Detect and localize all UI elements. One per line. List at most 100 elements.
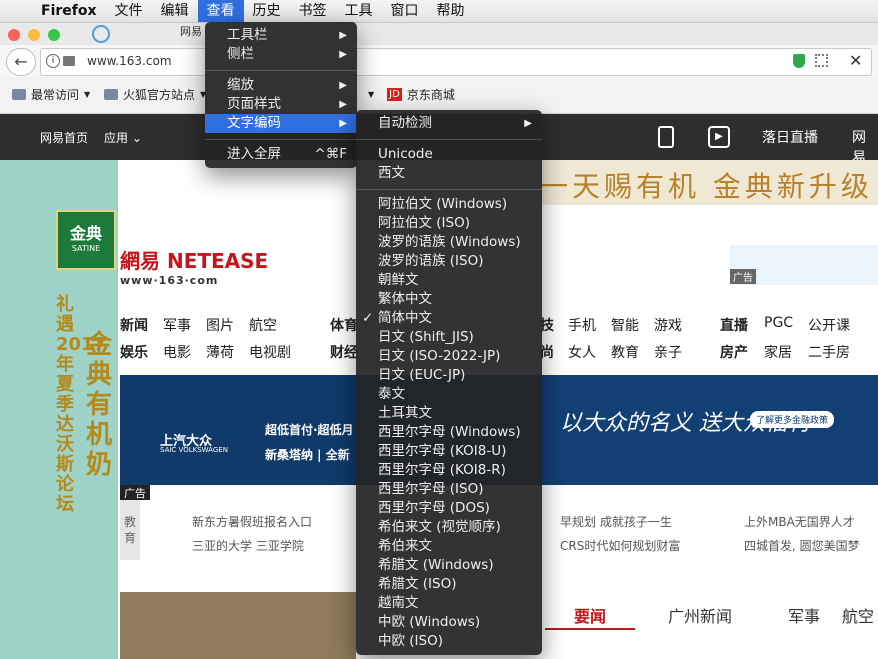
channel-link[interactable]: 手机 [568,315,596,335]
live-link[interactable]: 落日直播 [762,127,818,147]
encoding-item[interactable]: 西里尔字母 (KOI8-R) [356,461,542,480]
channel-link[interactable]: 女人 [568,342,596,362]
encoding-item[interactable]: 日文 (EUC-JP) [356,366,542,385]
play-icon[interactable]: ▶ [708,126,730,148]
encoding-item[interactable]: 波罗的语族 (Windows) [356,233,542,252]
edu-link[interactable]: CRS时代如何规划财富 [560,537,680,554]
channel-link[interactable]: 教育 [611,342,639,362]
edu-link[interactable]: 三亚的大学 三亚学院 [192,537,304,554]
qr-code-icon[interactable] [815,54,828,67]
menu-item-zoom[interactable]: 缩放 ▶ [205,76,357,95]
channel-link[interactable]: 直播 [720,315,748,335]
back-button[interactable]: ← [6,48,36,76]
encoding-item[interactable]: 西文 [356,164,542,183]
channel-link[interactable]: PGC [764,315,793,331]
nav-apps-link[interactable]: 应用 ⌄ [104,129,142,146]
shield-icon[interactable] [793,54,805,68]
url-bar[interactable]: i www.163.com ✕ [40,48,872,76]
hero-cta-button[interactable]: 了解更多金融政策 [750,411,835,428]
channel-link[interactable]: 图片 [206,315,234,335]
channel-link[interactable]: 房产 [720,342,748,362]
channel-link[interactable]: 财经 [330,342,358,362]
edu-link[interactable]: 早规划 成就孩子一生 [560,513,672,530]
encoding-item[interactable]: 日文 (Shift_JIS) [356,328,542,347]
channel-link[interactable]: 亲子 [654,342,682,362]
bookmark-most-visited[interactable]: 最常访问 ▼ [12,86,90,103]
netease-logo[interactable]: 網易 NETEASE www·163·com [120,245,268,287]
menu-history[interactable]: 历史 [244,0,290,22]
menu-app-firefox[interactable]: Firefox [32,0,106,22]
nav-home-link[interactable]: 网易首页 [40,129,88,146]
encoding-item[interactable]: 希腊文 (Windows) [356,556,542,575]
encoding-item[interactable]: ✓ 简体中文 [356,309,542,328]
phone-icon[interactable] [658,126,674,148]
menu-item-toolbar[interactable]: 工具栏 ▶ [205,26,357,45]
channel-link[interactable]: 智能 [611,315,639,335]
channel-link[interactable]: 公开课 [808,315,850,335]
menu-tools[interactable]: 工具 [336,0,382,22]
encoding-item[interactable]: 波罗的语族 (ISO) [356,252,542,271]
close-icon[interactable]: ✕ [849,51,862,70]
encoding-item[interactable]: 日文 (ISO-2022-JP) [356,347,542,366]
menu-item-sidebar[interactable]: 侧栏 ▶ [205,45,357,64]
encoding-item[interactable]: 阿拉伯文 (ISO) [356,214,542,233]
tab-top-news[interactable]: 要闻 [574,603,606,627]
bookmark-jd[interactable]: ▼ JD 京东商城 [368,86,455,103]
channel-link[interactable]: 尚 [540,342,554,362]
encoding-item[interactable]: 西里尔字母 (ISO) [356,480,542,499]
tab-aviation[interactable]: 航空 [842,603,874,627]
channel-link[interactable]: 军事 [163,315,191,335]
minimize-window-icon[interactable] [28,29,40,41]
encoding-item[interactable]: 阿拉伯文 (Windows) [356,195,542,214]
apple-icon[interactable] [12,0,28,22]
encoding-item[interactable]: 土耳其文 [356,404,542,423]
encoding-item[interactable]: 越南文 [356,594,542,613]
encoding-item[interactable]: 中欧 (ISO) [356,632,542,651]
tab-military[interactable]: 军事 [788,603,820,627]
channel-link[interactable]: 家居 [764,342,792,362]
encoding-item[interactable]: 希腊文 (ISO) [356,575,542,594]
encoding-item[interactable]: 西里尔字母 (KOI8-U) [356,442,542,461]
menu-window[interactable]: 窗口 [382,0,428,22]
url-text[interactable]: www.163.com [87,54,172,68]
edu-link[interactable]: 新东方暑假班报名入口 [192,513,312,530]
encoding-item[interactable]: Unicode [356,145,542,164]
channel-link[interactable]: 二手房 [808,342,850,362]
menu-help[interactable]: 帮助 [428,0,474,22]
menu-bookmarks[interactable]: 书签 [290,0,336,22]
menu-item-page-style[interactable]: 页面样式 ▶ [205,95,357,114]
channel-link[interactable]: 航空 [249,315,277,335]
info-icon[interactable]: i [46,54,60,68]
encoding-auto-detect[interactable]: 自动检测 ▶ [356,114,542,133]
bookmark-firefox-site[interactable]: 火狐官方站点 ▼ [104,86,206,103]
channel-link[interactable]: 体育 [330,315,358,335]
menu-item-fullscreen[interactable]: 进入全屏 ^⌘F [205,145,357,164]
close-window-icon[interactable] [8,29,20,41]
zoom-window-icon[interactable] [48,29,60,41]
channel-link[interactable]: 娱乐 [120,342,148,362]
channel-link[interactable]: 技 [540,315,554,335]
menu-edit[interactable]: 编辑 [152,0,198,22]
encoding-item[interactable]: 西里尔字母 (Windows) [356,423,542,442]
edu-link[interactable]: 上外MBA无国界人才 [744,513,855,530]
encoding-item[interactable]: 朝鲜文 [356,271,542,290]
channel-link[interactable]: 新闻 [120,315,148,335]
encoding-item[interactable]: 繁体中文 [356,290,542,309]
hero-ad-right[interactable]: 以大众的名义 送大众福利 了解更多金融政策 [540,375,878,485]
channel-link[interactable]: 游戏 [654,315,682,335]
channel-link[interactable]: 电视剧 [249,342,291,362]
menu-file[interactable]: 文件 [106,0,152,22]
channel-link[interactable]: 电影 [163,342,191,362]
encoding-item[interactable]: 西里尔字母 (DOS) [356,499,542,518]
encoding-item[interactable]: 希伯来文 (视觉顺序) [356,518,542,537]
menu-item-text-encoding[interactable]: 文字编码 ▶ [205,114,357,133]
channel-link[interactable]: 薄荷 [206,342,234,362]
tab-guangzhou-news[interactable]: 广州新闻 [668,603,732,627]
menu-view[interactable]: 查看 [197,0,244,22]
encoding-item[interactable]: 希伯来文 [356,537,542,556]
encoding-item[interactable]: 泰文 [356,385,542,404]
small-ad[interactable]: 广告 [730,245,878,285]
tab-title[interactable]: 网易 [180,23,202,39]
edu-link[interactable]: 四城首发, 圆您美国梦 [744,537,860,554]
news-photo[interactable] [120,592,356,659]
